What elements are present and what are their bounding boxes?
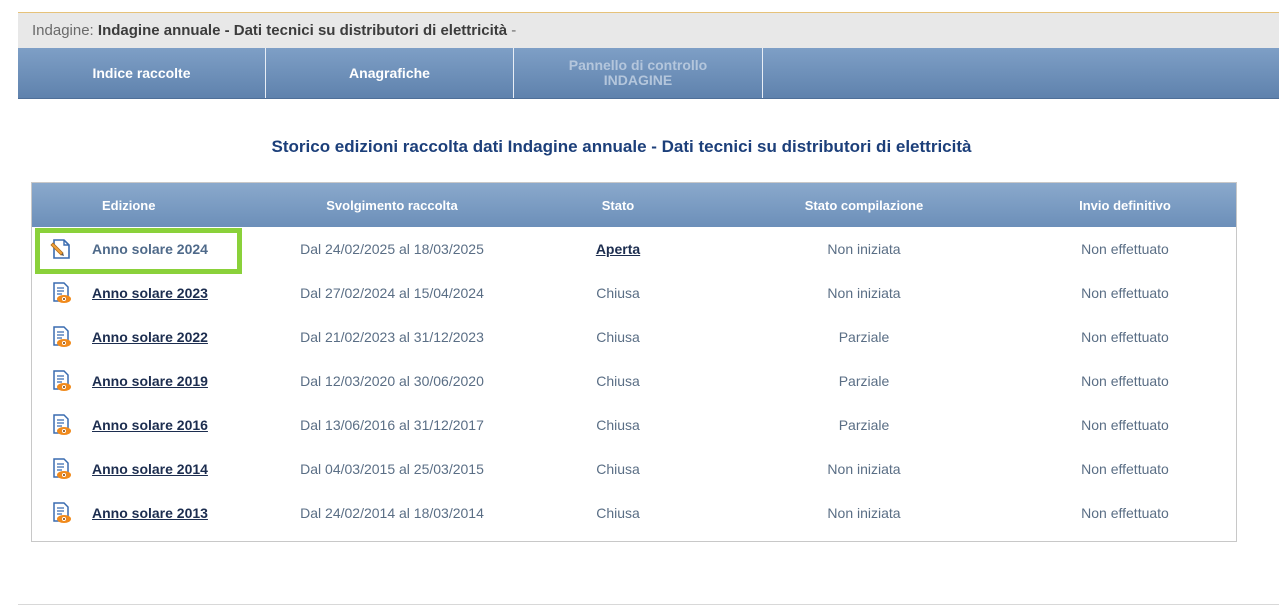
svolgimento-cell: Dal 21/02/2023 al 31/12/2023 [300,329,484,345]
edition-link[interactable]: Anno solare 2016 [92,417,208,433]
svolgimento-cell: Dal 04/03/2015 al 25/03/2015 [300,461,484,477]
survey-label: Indagine: [32,22,94,39]
compilazione-cell: Non iniziata [827,461,901,477]
edition-link[interactable]: Anno solare 2014 [92,461,208,477]
main-nav: Indice raccolte Anagrafiche Pannello di … [18,48,1279,99]
invio-cell: Non effettuato [1081,329,1169,345]
header-edizione: Edizione [102,197,156,213]
survey-title-suffix: - [507,22,517,39]
view-document-icon[interactable] [32,281,92,305]
table-row: Anno solare 2014 Dal 04/03/2015 al 25/03… [32,447,1236,491]
compilazione-cell: Non iniziata [827,505,901,521]
view-document-icon[interactable] [32,501,92,525]
edit-document-icon[interactable] [32,237,92,261]
edition-link-cell: Anno solare 2014 [92,461,262,477]
table-row: Anno solare 2019 Dal 12/03/2020 al 30/06… [32,359,1236,403]
compilazione-cell: Parziale [838,373,890,389]
table-row: Anno solare 2023 Dal 27/02/2024 al 15/04… [32,271,1236,315]
stato-cell: Chiusa [596,373,640,389]
table-row: Anno solare 2024 Dal 24/02/2025 al 18/03… [32,227,1236,271]
invio-cell: Non effettuato [1081,461,1169,477]
edition-link[interactable]: Anno solare 2013 [92,505,208,521]
table-row: Anno solare 2022 Dal 21/02/2023 al 31/12… [32,315,1236,359]
edition-link-cell: Anno solare 2022 [92,329,262,345]
edition-link-cell: Anno solare 2016 [92,417,262,433]
header-invio-definitivo: Invio definitivo [1079,197,1171,213]
nav-indice-raccolte-label: Indice raccolte [92,64,191,81]
table-row: Anno solare 2016 Dal 13/06/2016 al 31/12… [32,403,1236,447]
edition-link[interactable]: Anno solare 2019 [92,373,208,389]
svolgimento-cell: Dal 12/03/2020 al 30/06/2020 [300,373,484,389]
stato-cell: Chiusa [596,329,640,345]
svolgimento-cell: Dal 24/02/2014 al 18/03/2014 [300,505,484,521]
nav-anagrafiche[interactable]: Anagrafiche [266,48,514,98]
nav-pannello-controllo: Pannello di controllo INDAGINE [514,48,763,98]
edition-link-cell: Anno solare 2013 [92,505,262,521]
table-row: Anno solare 2013 Dal 24/02/2014 al 18/03… [32,491,1236,535]
svolgimento-cell: Dal 13/06/2016 al 31/12/2017 [300,417,484,433]
invio-cell: Non effettuato [1081,241,1169,257]
compilazione-cell: Parziale [838,329,890,345]
invio-cell: Non effettuato [1081,285,1169,301]
svolgimento-cell: Dal 24/02/2025 al 18/03/2025 [300,241,484,257]
footer-divider [18,604,1279,605]
stato-cell: Chiusa [596,505,640,521]
stato-cell: Chiusa [596,285,640,301]
stato-cell: Chiusa [596,461,640,477]
invio-cell: Non effettuato [1081,417,1169,433]
compilazione-cell: Parziale [838,417,890,433]
table-header: Edizione Svolgimento raccolta Stato Stat… [32,183,1236,227]
view-document-icon[interactable] [32,457,92,481]
stato-cell: Chiusa [596,417,640,433]
compilazione-cell: Non iniziata [827,285,901,301]
compilazione-cell: Non iniziata [827,241,901,257]
invio-cell: Non effettuato [1081,373,1169,389]
header-stato-compilazione: Stato compilazione [804,197,924,213]
edition-link[interactable]: Anno solare 2022 [92,329,208,345]
nav-indice-raccolte[interactable]: Indice raccolte [18,48,266,98]
edition-link-cell: Anno solare 2019 [92,373,262,389]
view-document-icon[interactable] [32,325,92,349]
invio-cell: Non effettuato [1081,505,1169,521]
header-stato: Stato [601,197,635,213]
edition-link-cell: Anno solare 2023 [92,285,262,301]
view-document-icon[interactable] [32,413,92,437]
edition-link[interactable]: Anno solare 2023 [92,285,208,301]
page-title: Storico edizioni raccolta dati Indagine … [271,137,972,156]
edition-label: Anno solare 2024 [92,241,208,257]
survey-bar: Indagine: Indagine annuale - Dati tecnic… [18,13,1279,48]
left-margin [0,0,18,615]
survey-title: Indagine annuale - Dati tecnici su distr… [97,22,508,39]
nav-anagrafiche-label: Anagrafiche [349,64,430,81]
stato-aperta-link[interactable]: Aperta [596,241,640,257]
header-svolgimento: Svolgimento raccolta [326,197,458,213]
svolgimento-cell: Dal 27/02/2024 al 15/04/2024 [300,285,484,301]
view-document-icon[interactable] [32,369,92,393]
nav-pannello-controllo-label: Pannello di controllo INDAGINE [568,57,708,88]
editions-table: Edizione Svolgimento raccolta Stato Stat… [31,182,1237,542]
stato-cell: Aperta [522,241,714,257]
